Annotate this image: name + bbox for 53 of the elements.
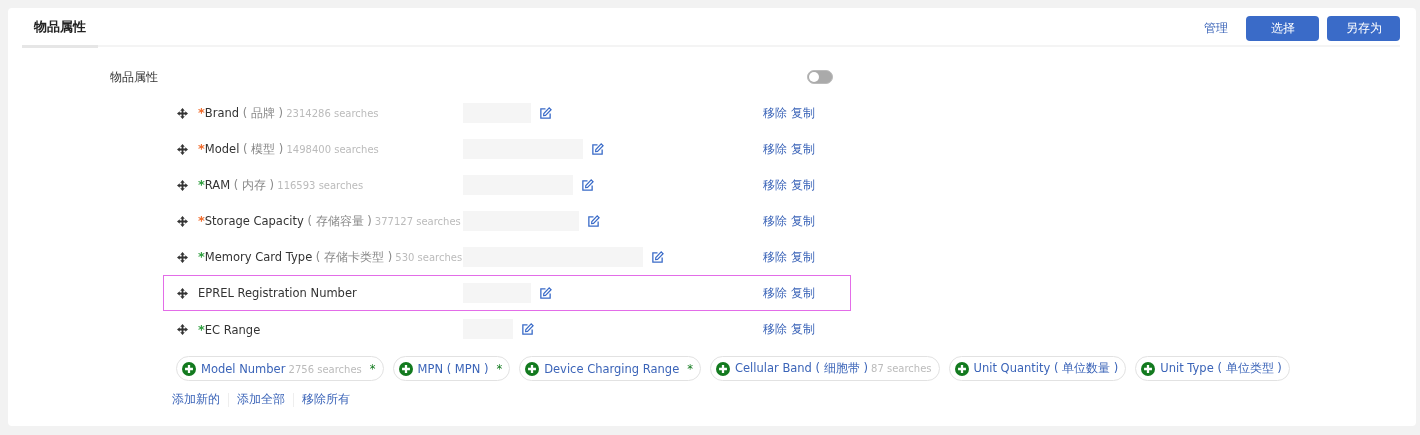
edit-icon[interactable]: [539, 286, 552, 300]
add-icon: [1141, 361, 1156, 376]
edit-icon[interactable]: [651, 250, 664, 264]
footer-link[interactable]: 添加新的: [172, 391, 220, 408]
row-action-link[interactable]: 复制: [791, 320, 815, 338]
footer-link[interactable]: 添加全部: [237, 391, 285, 408]
row-action-link[interactable]: 移除: [763, 284, 787, 302]
attribute-label: *RAM ( 内存 ) 116593 searches: [198, 177, 365, 193]
drag-handle-icon[interactable]: [177, 287, 188, 299]
required-mark: *: [496, 361, 503, 376]
attribute-label: *Brand ( 品牌 ) 2314286 searches: [198, 105, 380, 121]
row-action-link[interactable]: 复制: [791, 284, 815, 302]
attribute-label: *Storage Capacity ( 存储容量 ) 377127 searches: [198, 213, 462, 229]
section-label: 物品属性: [110, 68, 159, 86]
drag-handle-icon[interactable]: [177, 251, 188, 263]
row-action-link[interactable]: 复制: [791, 140, 815, 158]
edit-icon[interactable]: [587, 214, 600, 228]
edit-icon[interactable]: [539, 106, 552, 120]
drag-handle-icon[interactable]: [177, 179, 188, 191]
drag-handle-icon[interactable]: [177, 323, 188, 335]
manage-link[interactable]: 管理: [1204, 20, 1228, 37]
edit-icon[interactable]: [591, 142, 604, 156]
add-icon: [525, 361, 540, 376]
row-action-link[interactable]: 复制: [791, 176, 815, 194]
row-action-link[interactable]: 移除: [763, 104, 787, 122]
attribute-label: *Model ( 模型 ) 1498400 searches: [198, 141, 380, 157]
row-action-link[interactable]: 移除: [763, 248, 787, 266]
row-action-link[interactable]: 移除: [763, 176, 787, 194]
drag-handle-icon[interactable]: [177, 143, 188, 155]
action-button[interactable]: 选择: [1246, 16, 1319, 41]
add-icon: [954, 361, 969, 376]
attribute-label: *Memory Card Type ( 存储卡类型 ) 530 searches: [198, 249, 463, 265]
tab[interactable]: 物品属性: [22, 5, 98, 48]
attribute-label: EPREL Registration Number: [198, 286, 358, 300]
row-action-link[interactable]: 复制: [791, 212, 815, 230]
action-button[interactable]: 另存为: [1327, 16, 1400, 41]
edit-icon[interactable]: [521, 322, 534, 336]
row-action-link[interactable]: 移除: [763, 140, 787, 158]
edit-icon[interactable]: [581, 178, 594, 192]
row-action-link[interactable]: 复制: [791, 104, 815, 122]
attribute-label: *EC Range: [198, 321, 262, 337]
row-action-link[interactable]: 移除: [763, 212, 787, 230]
add-icon: [716, 361, 730, 376]
row-action-link[interactable]: 移除: [763, 320, 787, 338]
drag-handle-icon[interactable]: [177, 107, 188, 119]
row-action-link[interactable]: 复制: [791, 248, 815, 266]
footer-link[interactable]: 移除所有: [302, 391, 350, 408]
required-mark: *: [687, 361, 693, 376]
drag-handle-icon[interactable]: [177, 215, 188, 227]
add-icon: [182, 361, 196, 376]
required-mark: *: [369, 361, 376, 376]
add-icon: [398, 361, 413, 376]
toggle-switch[interactable]: [807, 70, 833, 84]
